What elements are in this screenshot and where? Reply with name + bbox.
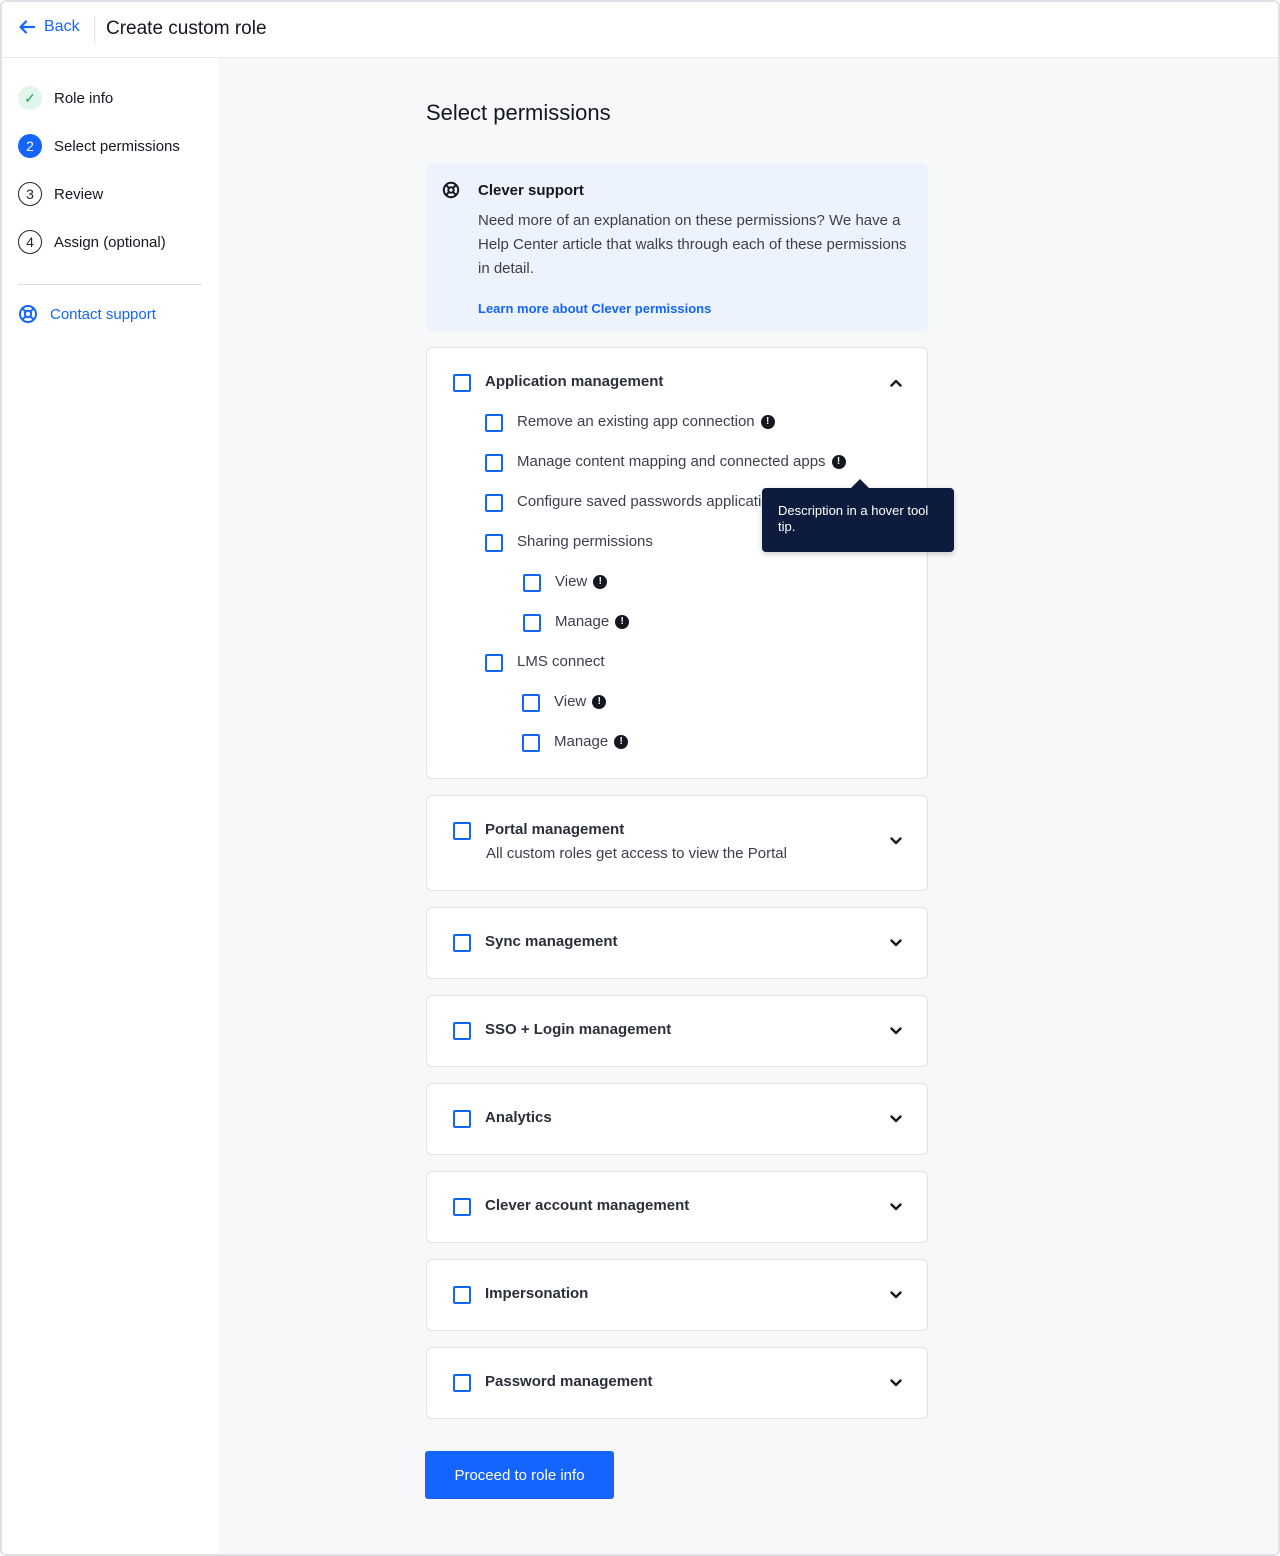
back-button[interactable]: Back [18, 18, 80, 36]
step-label: Review [54, 185, 104, 203]
sidebar: ✓ Role info 2 Select permissions 3 Revie… [2, 58, 218, 1554]
permission-checkbox[interactable] [485, 454, 503, 472]
analytics-card: Analytics [426, 1083, 928, 1155]
sync-management-card: Sync management [426, 907, 928, 979]
permission-checkbox[interactable] [522, 694, 540, 712]
permission-item: View! [555, 573, 608, 590]
section-subtitle: All custom roles get access to view the … [486, 845, 787, 862]
clever-account-management-checkbox[interactable] [453, 1198, 471, 1216]
chevron-down-icon[interactable] [889, 936, 903, 950]
clever-account-management-card: Clever account management [426, 1171, 928, 1243]
step-number: 4 [18, 230, 42, 254]
proceed-button[interactable]: Proceed to role info [425, 1451, 614, 1499]
password-management-card: Password management [426, 1347, 928, 1419]
portal-management-checkbox[interactable] [453, 822, 471, 840]
page-title: Create custom role [106, 18, 267, 39]
info-icon[interactable]: ! [614, 734, 629, 749]
section-heading: Select permissions [426, 100, 611, 125]
impersonation-card: Impersonation [426, 1259, 928, 1331]
section-title: SSO + Login management [485, 1021, 672, 1038]
chevron-down-icon[interactable] [889, 1376, 903, 1390]
permission-checkbox[interactable] [522, 734, 540, 752]
arrow-left-icon [19, 20, 36, 34]
header-divider [94, 17, 95, 43]
chevron-down-icon[interactable] [889, 1024, 903, 1038]
permission-checkbox[interactable] [485, 494, 503, 512]
section-title: Impersonation [485, 1285, 589, 1302]
step-label: Role info [54, 89, 114, 107]
learn-more-link[interactable]: Learn more about Clever permissions [478, 301, 711, 316]
step-select-permissions[interactable]: 2 Select permissions [18, 134, 180, 158]
info-icon[interactable]: ! [592, 694, 607, 709]
step-number: 3 [18, 182, 42, 206]
info-icon[interactable]: ! [615, 614, 630, 629]
step-role-info[interactable]: ✓ Role info [18, 86, 113, 110]
permission-item: View! [554, 693, 607, 710]
chevron-up-icon[interactable] [889, 376, 903, 390]
chevron-down-icon[interactable] [889, 1112, 903, 1126]
application-management-card: Application management Remove an existin… [426, 347, 928, 779]
permission-checkbox[interactable] [523, 574, 541, 592]
chevron-down-icon[interactable] [889, 1288, 903, 1302]
contact-support-label: Contact support [50, 305, 156, 323]
permission-item: Remove an existing app connection! [517, 413, 775, 430]
permission-item: Manage! [554, 733, 629, 750]
step-label: Assign (optional) [54, 233, 166, 251]
step-review[interactable]: 3 Review [18, 182, 103, 206]
section-title: Sync management [485, 933, 618, 950]
support-callout: Clever support Need more of an explanati… [426, 163, 928, 331]
password-management-checkbox[interactable] [453, 1374, 471, 1392]
contact-support-link[interactable]: Contact support [18, 304, 156, 324]
support-body: Need more of an explanation on these per… [478, 212, 907, 277]
info-icon[interactable]: ! [831, 454, 846, 469]
chevron-down-icon[interactable] [889, 1200, 903, 1214]
permission-item: Manage! [555, 613, 630, 630]
sidebar-divider [18, 284, 202, 285]
sso-login-management-checkbox[interactable] [453, 1022, 471, 1040]
permission-item: LMS connect [517, 653, 605, 670]
section-title: Password management [485, 1373, 653, 1390]
section-title: Portal management [485, 821, 625, 838]
lifebuoy-icon [19, 305, 37, 323]
permission-checkbox[interactable] [485, 534, 503, 552]
sso-login-management-card: SSO + Login management [426, 995, 928, 1067]
lifebuoy-icon [442, 181, 460, 199]
analytics-checkbox[interactable] [453, 1110, 471, 1128]
permission-checkbox[interactable] [485, 654, 503, 672]
section-title: Analytics [485, 1109, 552, 1126]
step-number: 2 [18, 134, 42, 158]
permission-item: Configure saved passwords applications [517, 493, 786, 510]
main-content: Select permissions Clever support Need m… [218, 58, 1278, 1554]
impersonation-checkbox[interactable] [453, 1286, 471, 1304]
step-label: Select permissions [54, 137, 180, 155]
application-management-checkbox[interactable] [453, 374, 471, 392]
permission-item: Sharing permissions [517, 533, 653, 550]
sync-management-checkbox[interactable] [453, 934, 471, 952]
app-window: Back Create custom role ✓ Role info 2 Se… [0, 0, 1280, 1556]
back-label: Back [44, 18, 80, 35]
section-title: Clever account management [485, 1197, 690, 1214]
info-icon[interactable]: ! [593, 574, 608, 589]
support-title: Clever support [478, 182, 584, 199]
check-icon: ✓ [18, 86, 42, 110]
permission-checkbox[interactable] [485, 414, 503, 432]
section-title: Application management [485, 373, 664, 390]
chevron-down-icon[interactable] [889, 834, 903, 848]
step-assign[interactable]: 4 Assign (optional) [18, 230, 166, 254]
top-bar: Back Create custom role [2, 2, 1278, 58]
permission-item: Manage content mapping and connected app… [517, 453, 846, 470]
hover-tooltip: Description in a hover tool tip. [762, 479, 954, 552]
portal-management-card: Portal management All custom roles get a… [426, 795, 928, 891]
permission-checkbox[interactable] [523, 614, 541, 632]
info-icon[interactable]: ! [760, 414, 775, 429]
